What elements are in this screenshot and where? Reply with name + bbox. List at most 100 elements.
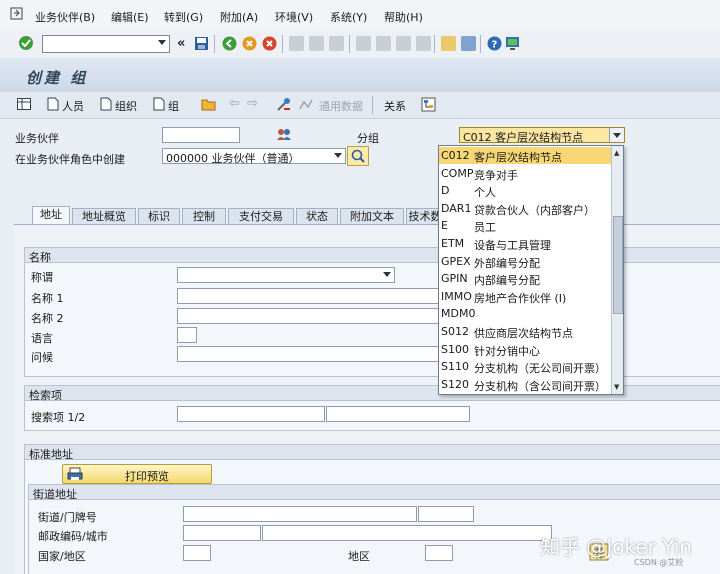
dropdown-option[interactable]: E 员工 — [439, 217, 611, 234]
customize-layout-icon[interactable] — [505, 36, 520, 51]
org-structure-icon[interactable] — [421, 97, 436, 112]
last-page-icon[interactable] — [416, 36, 431, 51]
organization-button[interactable]: 组织 — [115, 98, 137, 114]
title-label: 称谓 — [31, 271, 53, 284]
search-icon — [351, 149, 365, 163]
group-button[interactable]: 组 — [168, 98, 179, 114]
grouping-select-value: C012 客户层次结构节点 — [463, 131, 584, 144]
menu-extras[interactable]: 附加(A) — [220, 9, 258, 25]
menu-business-partner[interactable]: 业务伙伴(B) — [35, 9, 95, 25]
menu-system[interactable]: 系统(Y) — [330, 9, 367, 25]
house-number-input[interactable] — [418, 506, 474, 522]
save-icon[interactable] — [194, 36, 209, 51]
dropdown-scrollbar[interactable]: ▲ ▼ — [611, 146, 623, 394]
search-term2-input[interactable] — [326, 406, 470, 422]
dropdown-option[interactable]: IMMO 房地产合作伙伴 (I) — [439, 288, 611, 305]
tab-additional-texts[interactable]: 附加文本 — [340, 208, 404, 224]
arrow-right-icon[interactable]: ⇨ — [247, 96, 258, 111]
shortcut-icon[interactable] — [461, 36, 476, 51]
dropdown-option[interactable]: DAR1 贷款合伙人（内部客户） — [439, 200, 611, 217]
dropdown-option[interactable]: C012 客户层次结构节点 — [439, 147, 611, 164]
dropdown-option[interactable]: GPEX 外部编号分配 — [439, 253, 611, 270]
grouping-dropdown-toggle[interactable] — [609, 128, 624, 142]
street-input[interactable] — [183, 506, 417, 522]
help-icon[interactable]: ? — [487, 36, 502, 51]
relationships-button[interactable]: 关系 — [384, 98, 406, 114]
option-name: 设备与工具管理 — [474, 239, 551, 252]
general-data-button[interactable]: 通用数据 — [319, 98, 363, 114]
title-select[interactable] — [177, 267, 395, 283]
postal-code-input[interactable] — [183, 525, 261, 541]
scroll-up-icon[interactable]: ▲ — [614, 149, 619, 157]
toolbar-separator — [282, 35, 283, 53]
tab-identification[interactable]: 标识 — [138, 208, 180, 224]
menu-edit[interactable]: 编辑(E) — [111, 9, 149, 25]
option-code: S110 — [441, 360, 469, 374]
toolbar-separator — [349, 35, 350, 53]
switch-display-change-icon[interactable] — [276, 97, 292, 112]
option-code: S012 — [441, 325, 469, 338]
find-next-icon[interactable] — [329, 36, 344, 51]
person-button[interactable]: 人员 — [62, 98, 84, 114]
city-input[interactable] — [262, 525, 552, 541]
dropdown-option[interactable]: COMP 竞争对手 — [439, 165, 611, 182]
open-folder-icon[interactable] — [201, 97, 217, 111]
role-search-button[interactable] — [347, 146, 369, 166]
dropdown-option[interactable]: MDM0 — [439, 305, 611, 322]
print-icon[interactable] — [289, 36, 304, 51]
dropdown-option[interactable]: S012 供应商层次结构节点 — [439, 323, 611, 340]
table-icon[interactable] — [17, 98, 32, 111]
option-name: 员工 — [474, 221, 496, 235]
dropdown-option[interactable]: S110 分支机构（无公司间开票） — [439, 358, 611, 375]
menu-bar: 业务伙伴(B) 编辑(E) 转到(G) 附加(A) 环境(V) 系统(Y) 帮助… — [0, 0, 720, 31]
create-session-icon[interactable] — [441, 36, 456, 51]
first-page-icon[interactable] — [356, 36, 371, 51]
tab-address[interactable]: 地址 — [32, 206, 70, 225]
region-input[interactable] — [425, 545, 453, 561]
name2-label: 名称 2 — [31, 312, 64, 325]
menu-help[interactable]: 帮助(H) — [384, 9, 423, 25]
scrollbar-thumb[interactable] — [613, 216, 623, 314]
watermark-subtext: CSDN @艾睑 — [634, 558, 684, 567]
dropdown-option[interactable]: S100 针对分销中心 — [439, 341, 611, 358]
address-group-header: 标准地址 — [25, 445, 720, 461]
prev-page-icon[interactable] — [376, 36, 391, 51]
language-input[interactable] — [177, 327, 197, 343]
role-select[interactable]: 000000 业务伙伴（普通） — [162, 148, 346, 165]
dropdown-option[interactable]: S120 分支机构（含公司间开票） — [439, 376, 611, 393]
tab-control[interactable]: 控制 — [182, 208, 226, 224]
grouping-dropdown-list[interactable]: C012 客户层次结构节点 COMP 竞争对手 D 个人 DAR1 贷款合伙人（内部客户） E 员… — [438, 145, 624, 395]
window-menu-icon[interactable] — [10, 7, 24, 21]
scroll-down-icon[interactable]: ▼ — [614, 383, 619, 391]
exit-icon[interactable] — [242, 36, 257, 51]
cancel-icon[interactable] — [262, 36, 277, 51]
print-preview-button[interactable]: 打印预览 — [62, 464, 212, 484]
search-term1-input[interactable] — [177, 406, 325, 422]
grouping-label: 分组 — [357, 132, 379, 145]
general-data-icon — [299, 99, 313, 110]
back-icon[interactable] — [222, 36, 237, 51]
menu-environment[interactable]: 环境(V) — [275, 9, 313, 25]
people-icon[interactable] — [276, 128, 292, 141]
dropdown-option[interactable]: ETM 设备与工具管理 — [439, 235, 611, 252]
country-input[interactable] — [183, 545, 211, 561]
option-name: 房地产合作伙伴 (I) — [474, 291, 567, 305]
name2-input[interactable] — [177, 308, 441, 324]
tab-status[interactable]: 状态 — [296, 208, 338, 224]
menu-goto[interactable]: 转到(G) — [164, 9, 203, 25]
command-field[interactable] — [42, 35, 170, 53]
greeting-input[interactable] — [177, 346, 441, 362]
find-icon[interactable] — [309, 36, 324, 51]
dropdown-option[interactable]: D 个人 — [439, 182, 611, 199]
dropdown-option[interactable]: GPIN 内部编号分配 — [439, 270, 611, 287]
bp-input[interactable] — [162, 127, 240, 143]
arrow-left-icon[interactable]: ⇦ — [229, 96, 240, 111]
double-chevron-left-icon[interactable]: « — [177, 36, 185, 51]
grouping-select[interactable]: C012 客户层次结构节点 — [459, 127, 625, 144]
name1-input[interactable] — [177, 288, 441, 304]
option-name: 针对分销中心 — [474, 344, 540, 358]
tab-address-overview[interactable]: 地址概览 — [72, 208, 136, 224]
tab-payment-transactions[interactable]: 支付交易 — [228, 208, 294, 224]
next-page-icon[interactable] — [396, 36, 411, 51]
enter-check-icon[interactable] — [18, 35, 34, 51]
